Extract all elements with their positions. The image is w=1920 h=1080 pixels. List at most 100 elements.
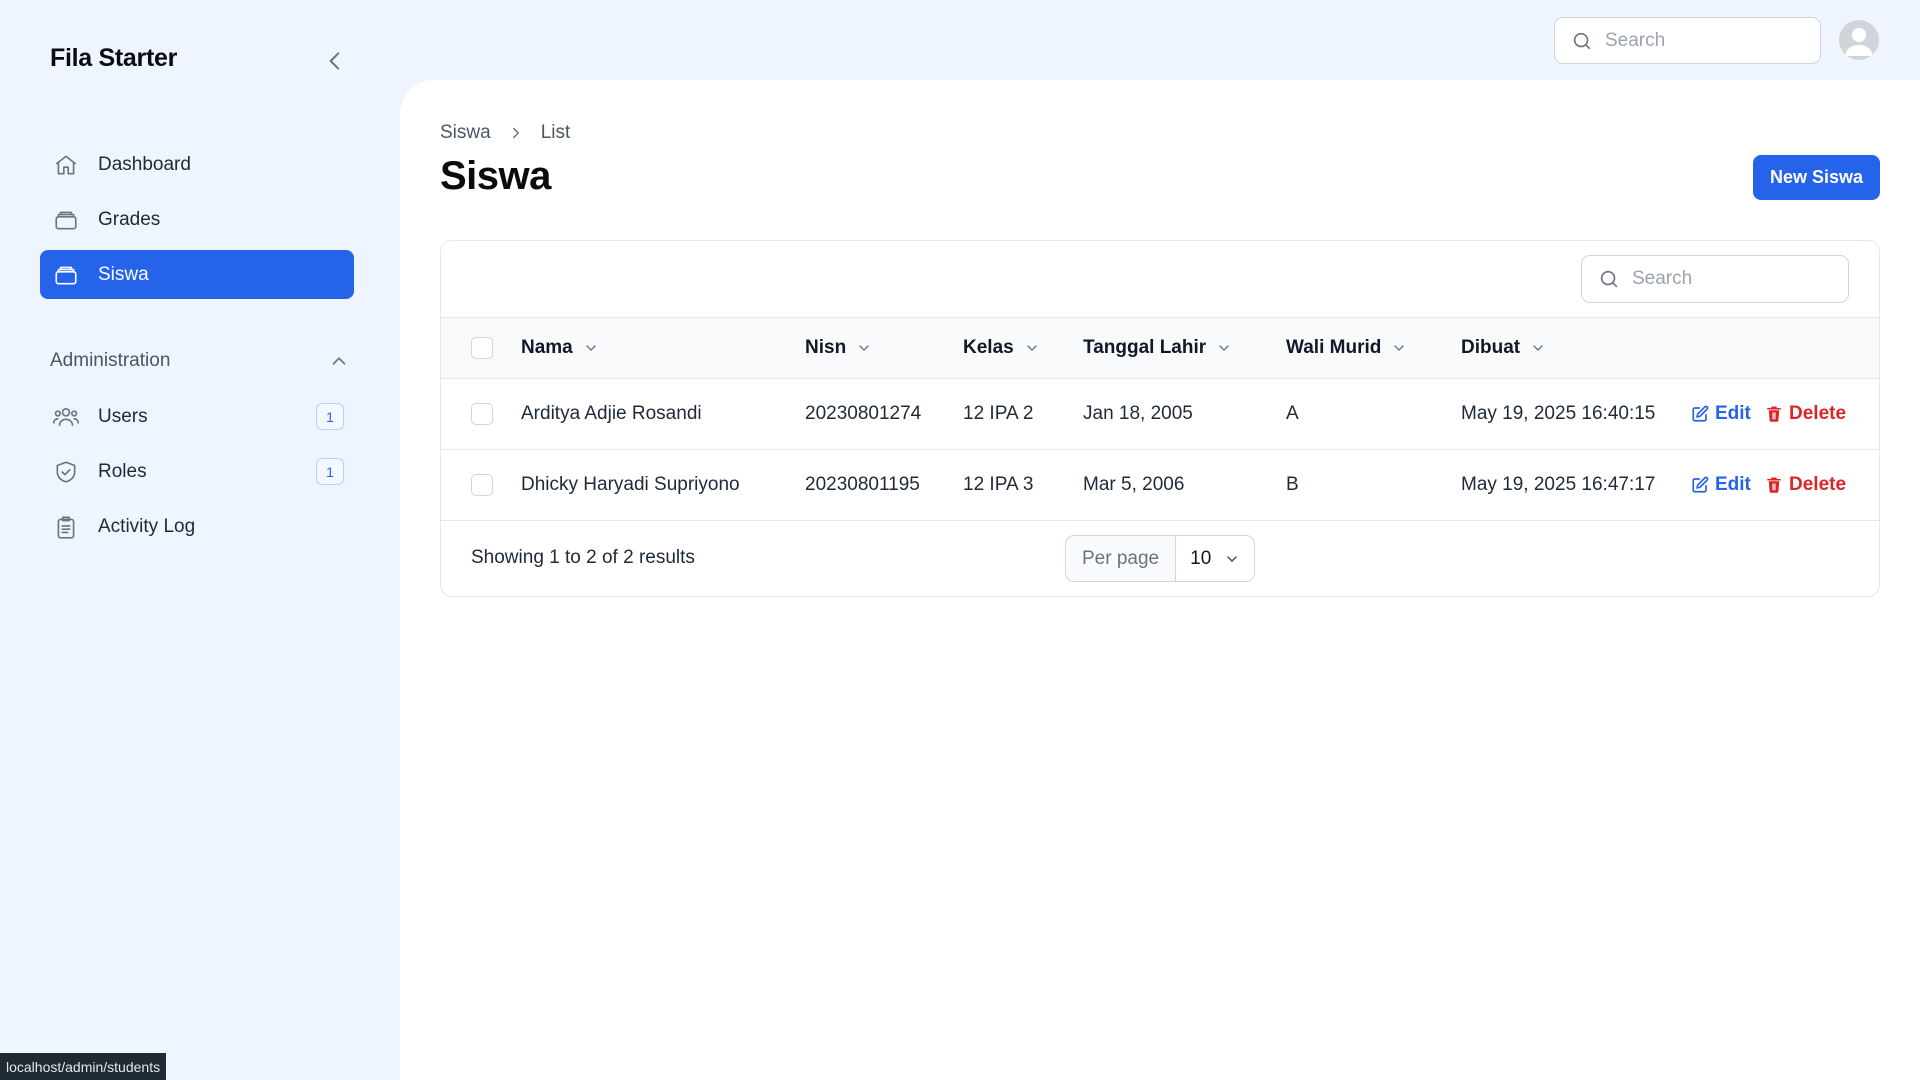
column-label: Nama	[521, 337, 573, 358]
global-search[interactable]	[1554, 17, 1821, 64]
cell-nisn: 20230801195	[805, 474, 920, 495]
sidebar-item-label: Roles	[98, 460, 147, 482]
user-icon	[1845, 28, 1873, 56]
sidebar-item-activity-log[interactable]: Activity Log	[40, 502, 354, 551]
delete-label: Delete	[1789, 403, 1847, 424]
cell-dibuat: May 19, 2025 16:40:15	[1461, 403, 1656, 424]
sidebar: Fila Starter Dashboard Grades Siswa Admi…	[0, 0, 400, 1080]
user-avatar[interactable]	[1839, 20, 1879, 60]
search-icon	[1600, 270, 1618, 288]
table-search[interactable]	[1581, 255, 1849, 303]
table-row[interactable]: Dhicky Haryadi Supriyono 20230801195 12 …	[441, 450, 1879, 521]
users-icon	[52, 403, 80, 431]
trash-icon	[1767, 477, 1781, 493]
edit-label: Edit	[1715, 403, 1751, 424]
chevron-down-icon	[1530, 340, 1546, 356]
select-all-checkbox[interactable]	[471, 337, 493, 359]
cell-wali-murid: A	[1286, 403, 1299, 424]
sidebar-item-label: Grades	[98, 208, 161, 230]
edit-icon	[1692, 405, 1709, 422]
column-label: Kelas	[963, 337, 1014, 358]
chevron-down-icon	[583, 340, 599, 356]
chevron-up-icon	[332, 357, 346, 365]
column-label: Tanggal Lahir	[1083, 337, 1207, 358]
global-search-input[interactable]	[1605, 29, 1795, 52]
column-header-kelas[interactable]: Kelas	[963, 337, 1040, 359]
count-badge: 1	[316, 403, 344, 430]
cell-tanggal-lahir: Jan 18, 2005	[1083, 403, 1193, 424]
chevron-down-icon	[1216, 340, 1232, 356]
row-checkbox[interactable]	[471, 403, 493, 425]
column-label: Wali Murid	[1286, 337, 1382, 358]
column-header-dibuat[interactable]: Dibuat	[1461, 337, 1546, 359]
admin-nav: Users 1 Roles 1 Activity Log	[40, 392, 354, 557]
sidebar-item-grades[interactable]: Grades	[40, 195, 354, 244]
trash-icon	[1767, 406, 1781, 422]
edit-button[interactable]: Edit	[1691, 474, 1751, 496]
clipboard-icon	[52, 513, 80, 541]
table-search-input[interactable]	[1632, 268, 1822, 290]
chevron-down-icon	[1227, 555, 1237, 562]
chevron-left-icon	[329, 52, 340, 70]
archive-icon	[52, 206, 80, 234]
sidebar-item-label: Activity Log	[98, 515, 196, 537]
cell-kelas: 12 IPA 3	[963, 474, 1034, 495]
breadcrumb-parent-link[interactable]: Siswa	[440, 122, 491, 144]
sidebar-item-siswa[interactable]: Siswa	[40, 250, 354, 299]
sidebar-item-label: Siswa	[98, 263, 149, 285]
collapse-sidebar-button[interactable]	[322, 48, 348, 74]
edit-button[interactable]: Edit	[1691, 403, 1751, 425]
cell-dibuat: May 19, 2025 16:47:17	[1461, 474, 1656, 495]
administration-group-toggle[interactable]: Administration	[50, 346, 350, 376]
breadcrumb-current: List	[540, 122, 571, 143]
sidebar-item-roles[interactable]: Roles 1	[40, 447, 354, 496]
page-title: Siswa	[440, 154, 551, 198]
chevron-down-icon	[1024, 340, 1040, 356]
status-bar-url: localhost/admin/students	[0, 1053, 167, 1080]
table-header-row: Nama Nisn Kelas Tanggal Lahir Wali Murid…	[441, 318, 1879, 379]
chevron-down-icon	[856, 340, 872, 356]
new-siswa-button[interactable]: New Siswa	[1753, 155, 1880, 200]
sidebar-item-users[interactable]: Users 1	[40, 392, 354, 441]
cell-wali-murid: B	[1286, 474, 1299, 495]
chevron-down-icon	[1391, 340, 1407, 356]
count-badge: 1	[316, 458, 344, 485]
cell-nama: Dhicky Haryadi Supriyono	[521, 474, 740, 495]
row-checkbox[interactable]	[471, 474, 493, 496]
table-toolbar	[441, 241, 1879, 318]
sidebar-item-label: Dashboard	[98, 153, 191, 175]
per-page-control: Per page 10	[1065, 535, 1256, 582]
column-header-wali-murid[interactable]: Wali Murid	[1286, 337, 1407, 359]
home-icon	[52, 151, 80, 179]
cell-kelas: 12 IPA 2	[963, 403, 1034, 424]
cell-tanggal-lahir: Mar 5, 2006	[1083, 474, 1185, 495]
archive-icon	[52, 261, 80, 289]
brand-name: Fila Starter	[50, 44, 178, 72]
search-icon	[1573, 32, 1591, 49]
column-header-nama[interactable]: Nama	[521, 337, 599, 359]
sidebar-item-label: Users	[98, 405, 148, 427]
delete-label: Delete	[1789, 474, 1847, 495]
cell-nama: Arditya Adjie Rosandi	[521, 403, 702, 424]
column-header-nisn[interactable]: Nisn	[805, 337, 872, 359]
edit-label: Edit	[1715, 474, 1751, 495]
table-row[interactable]: Arditya Adjie Rosandi 20230801274 12 IPA…	[441, 379, 1879, 450]
per-page-select[interactable]: 10	[1176, 536, 1254, 581]
group-label: Administration	[50, 350, 171, 371]
per-page-value: 10	[1190, 547, 1212, 569]
delete-button[interactable]: Delete	[1765, 403, 1846, 425]
column-label: Nisn	[805, 337, 847, 358]
breadcrumb: Siswa List	[440, 122, 570, 144]
column-header-tanggal-lahir[interactable]: Tanggal Lahir	[1083, 337, 1232, 359]
sidebar-item-dashboard[interactable]: Dashboard	[40, 140, 354, 189]
main-panel: Siswa List Siswa New Siswa Nama Nisn	[400, 80, 1920, 1080]
edit-icon	[1692, 476, 1709, 493]
per-page-label: Per page	[1066, 536, 1177, 581]
chevron-right-icon	[507, 124, 525, 142]
results-summary: Showing 1 to 2 of 2 results	[471, 547, 695, 568]
main-nav: Dashboard Grades Siswa	[40, 140, 354, 305]
column-label: Dibuat	[1461, 337, 1521, 358]
delete-button[interactable]: Delete	[1765, 474, 1846, 496]
table-footer: Showing 1 to 2 of 2 results Per page 10	[441, 521, 1879, 596]
shield-check-icon	[52, 458, 80, 486]
